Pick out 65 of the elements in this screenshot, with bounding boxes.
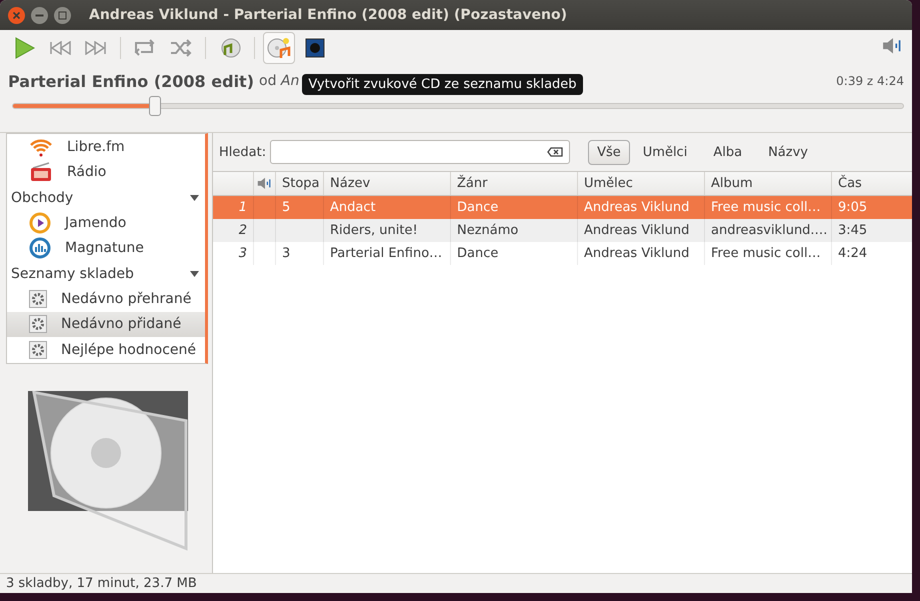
next-icon (85, 41, 107, 55)
shuffle-icon (169, 39, 193, 57)
maximize-button[interactable] (54, 6, 71, 24)
table-cell: Dance (457, 200, 498, 215)
cd-music-icon (267, 36, 291, 60)
radio-icon (29, 162, 53, 182)
table-cell: Neznámo (457, 223, 518, 238)
track-title: Parterial Enfino (2008 edit) (8, 72, 254, 90)
visualization-icon (305, 38, 325, 58)
collapse-arrow-icon[interactable] (190, 194, 199, 202)
table-cell: Parterial Enfino… (330, 246, 442, 261)
table-cell: Andreas Viklund (584, 200, 690, 215)
table-cell: Free music coll… (711, 246, 821, 261)
collapse-arrow-icon[interactable] (190, 270, 199, 278)
sidebar-category: Obchody (11, 190, 74, 206)
table-cell: 4:24 (838, 246, 868, 261)
filter-button[interactable]: Názvy (759, 140, 817, 164)
track-time: 0:39 z 4:24 (836, 74, 904, 88)
clear-icon[interactable] (547, 147, 564, 157)
table-cell: Dance (457, 246, 498, 261)
table-cell: 3 (282, 246, 290, 261)
close-button[interactable] (8, 6, 25, 24)
table-cell: Andreas Viklund (584, 223, 690, 238)
seek-slider[interactable] (12, 96, 904, 116)
window-title: Andreas Viklund - Parterial Enfino (2008 edit) (Pozastaveno) (89, 7, 567, 23)
column-header[interactable]: Umělec (577, 172, 704, 195)
search-label: Hledat: (219, 144, 266, 160)
track-row[interactable]: 2 Riders, unite! Neznámo Andreas Viklund andreasviklund.… 3:45 (213, 219, 912, 242)
filter-button[interactable]: Vše (588, 140, 630, 164)
gear-icon (29, 290, 47, 308)
column-header[interactable]: Čas (831, 172, 912, 195)
table-cell: 5 (282, 200, 290, 215)
column-header[interactable]: Název (323, 172, 450, 195)
filter-button[interactable]: Alba (704, 140, 752, 164)
row-number: 2 (238, 222, 248, 240)
sidebar-item[interactable]: Nedávno přidané (7, 312, 205, 337)
row-number: 3 (238, 245, 248, 263)
table-cell: 3:45 (838, 223, 868, 238)
row-number: 1 (238, 199, 248, 217)
speaker-icon (257, 177, 273, 190)
status-text: 3 skladby, 17 minut, 23.7 MB (0, 573, 912, 593)
wifi-icon (29, 136, 53, 157)
sidebar-category: Seznamy skladeb (11, 266, 134, 282)
table-cell: Andact (330, 200, 376, 215)
column-header[interactable]: Stopa (275, 172, 323, 195)
column-header[interactable]: Album (704, 172, 831, 195)
column-header[interactable]: Žánr (450, 172, 577, 195)
table-cell: Andreas Viklund (584, 246, 690, 261)
seek-slider-thumb[interactable] (148, 96, 161, 116)
music-disc-icon (219, 37, 241, 59)
tooltip: Vytvořit zvukové CD ze seznamu skladeb (302, 74, 583, 94)
table-cell: Riders, unite! (330, 223, 418, 238)
gear-icon (29, 315, 47, 334)
equalizer-circle-icon (29, 237, 51, 260)
table-cell: andreasviklund.… (711, 223, 828, 238)
gear-icon (29, 340, 47, 359)
filter-button[interactable]: Umělci (634, 140, 696, 164)
table-cell: 9:05 (838, 200, 868, 215)
previous-icon (49, 41, 71, 55)
minimize-button[interactable] (31, 6, 48, 24)
table-cell: Free music coll… (711, 200, 821, 215)
track-artist: od An (259, 73, 300, 89)
repeat-icon (133, 39, 157, 57)
play-circle-icon (29, 212, 51, 234)
search-field[interactable] (270, 140, 570, 164)
